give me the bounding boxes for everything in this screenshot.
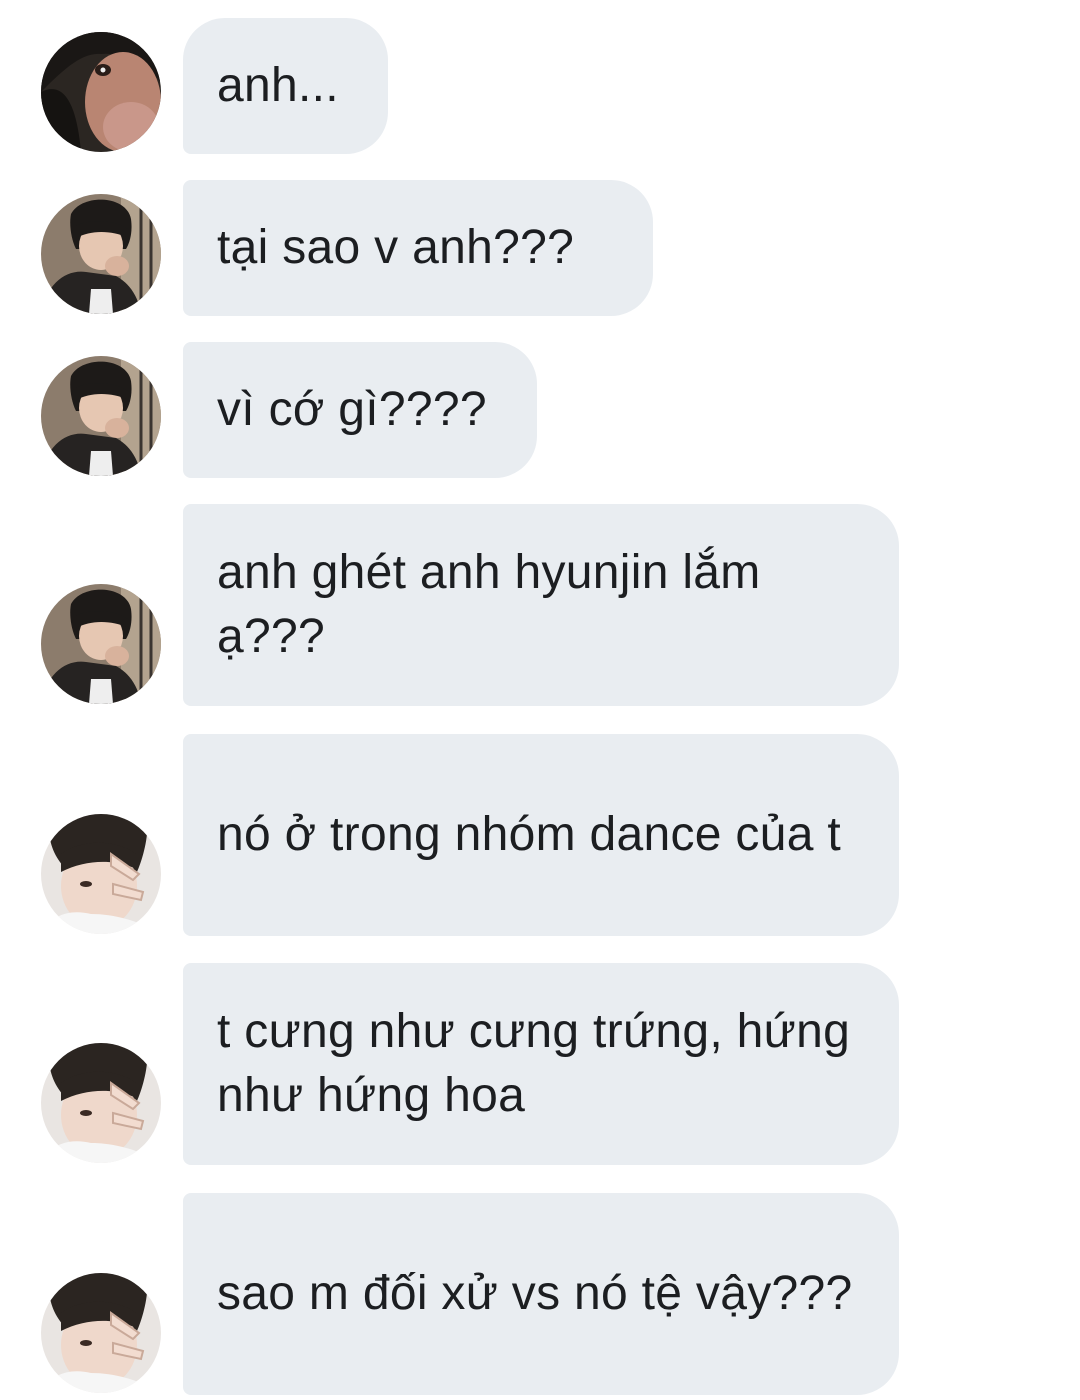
message-bubble[interactable]: tại sao v anh??? — [183, 180, 653, 316]
message-text: anh... — [217, 59, 339, 112]
avatar[interactable] — [41, 194, 161, 314]
chat-thread: anh... tại sao v anh??? vì cớ gì???? anh… — [0, 0, 1080, 1400]
message-bubble[interactable]: nó ở trong nhóm dance của t — [183, 734, 899, 936]
avatar-image — [41, 814, 161, 934]
avatar-image — [41, 1043, 161, 1163]
message-text: sao m đối xử vs nó tệ vậy??? — [217, 1267, 853, 1320]
avatar-image — [41, 32, 161, 152]
message-bubble[interactable]: vì cớ gì???? — [183, 342, 537, 478]
message-row: vì cớ gì???? — [0, 342, 1080, 478]
message-row: anh ghét anh hyunjin lắm ạ??? — [0, 504, 1080, 706]
message-row: tại sao v anh??? — [0, 180, 1080, 316]
message-bubble[interactable]: t cưng như cưng trứng, hứng như hứng hoa — [183, 963, 899, 1165]
avatar[interactable] — [41, 1043, 161, 1163]
avatar[interactable] — [41, 814, 161, 934]
avatar[interactable] — [41, 584, 161, 704]
avatar-image — [41, 194, 161, 314]
message-row: nó ở trong nhóm dance của t — [0, 734, 1080, 936]
avatar-image — [41, 584, 161, 704]
message-row: sao m đối xử vs nó tệ vậy??? — [0, 1193, 1080, 1395]
message-bubble[interactable]: sao m đối xử vs nó tệ vậy??? — [183, 1193, 899, 1395]
avatar-image — [41, 356, 161, 476]
message-text: t cưng như cưng trứng, hứng như hứng hoa — [217, 1005, 851, 1122]
message-row: t cưng như cưng trứng, hứng như hứng hoa — [0, 963, 1080, 1165]
avatar-image — [41, 1273, 161, 1393]
message-text: nó ở trong nhóm dance của t — [217, 808, 841, 861]
message-text: tại sao v anh??? — [217, 221, 575, 274]
message-text: vì cớ gì???? — [217, 383, 487, 436]
message-text: anh ghét anh hyunjin lắm ạ??? — [217, 546, 761, 663]
message-bubble[interactable]: anh... — [183, 18, 388, 154]
message-bubble[interactable]: anh ghét anh hyunjin lắm ạ??? — [183, 504, 899, 706]
avatar[interactable] — [41, 32, 161, 152]
avatar[interactable] — [41, 1273, 161, 1393]
message-row: anh... — [0, 18, 1080, 154]
avatar[interactable] — [41, 356, 161, 476]
